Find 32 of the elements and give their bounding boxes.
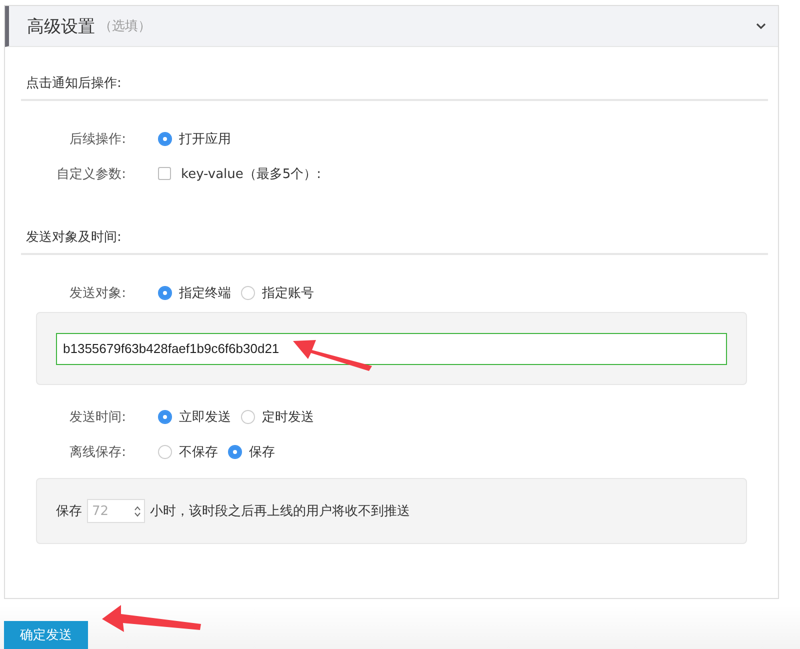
chevron-icon[interactable] (756, 22, 766, 30)
hours-suffix: 小时，该时段之后再上线的用户将收不到推送 (150, 503, 410, 520)
radio-button[interactable] (158, 132, 172, 146)
radio-option[interactable]: 立即发送 (158, 408, 231, 426)
field-label: 发送对象: (68, 284, 126, 302)
radio-option[interactable]: 不保存 (158, 442, 218, 460)
section-title: 点击通知后操作: (25, 75, 122, 93)
radio-option[interactable]: 保存 (228, 442, 275, 460)
radio-option[interactable]: 定时发送 (241, 408, 314, 426)
spinner-icon[interactable] (134, 505, 141, 518)
radio-option[interactable]: 指定终端 (158, 284, 231, 302)
checkbox[interactable] (158, 167, 171, 180)
panel-title: 高级设置 (27, 16, 95, 38)
field-label: 后续操作: (68, 130, 126, 148)
radio-button[interactable] (158, 444, 172, 458)
panel-header[interactable]: 高级设置 （选填） (5, 6, 778, 47)
checkbox-option[interactable]: key-value（最多5个）: (158, 164, 322, 182)
radio-button[interactable] (228, 444, 242, 458)
field-label: 发送时间: (68, 408, 126, 426)
field-label: 离线保存: (68, 444, 126, 460)
hours-prefix: 保存 (56, 503, 82, 520)
radio-button[interactable] (241, 410, 255, 424)
radio-button[interactable] (241, 286, 255, 300)
panel-title-note: （选填） (99, 18, 151, 35)
radio-button[interactable] (158, 286, 172, 300)
radio-button[interactable] (158, 410, 172, 424)
radio-option[interactable]: 指定账号 (241, 284, 314, 302)
device-id-field[interactable]: b1355679f63b428faef1b9c6f6b30d21 (56, 332, 727, 364)
field-label: 自定义参数: (56, 166, 126, 182)
radio-option[interactable]: 打开应用 (158, 130, 231, 148)
hours-field[interactable]: 72 (87, 499, 145, 523)
section-title: 发送对象及时间: (25, 229, 122, 247)
